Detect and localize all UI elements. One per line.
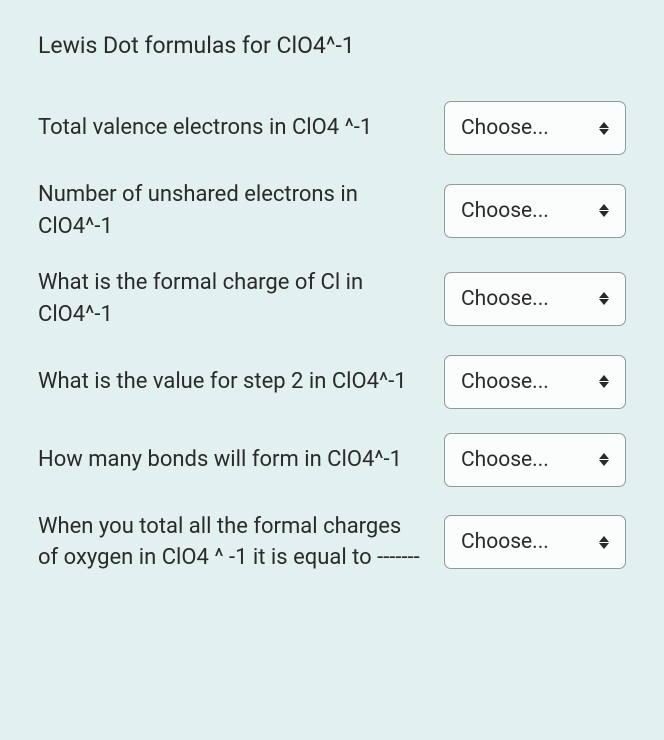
question-label: What is the formal charge of Cl in ClO4^… — [38, 267, 426, 331]
question-label: When you total all the formal charges of… — [38, 511, 426, 575]
question-row: Total valence electrons in ClO4 ^-1 Choo… — [38, 101, 626, 155]
sort-icon — [599, 453, 609, 466]
dropdown-placeholder: Choose... — [461, 448, 549, 472]
question-label: How many bonds will form in ClO4^-1 — [38, 444, 426, 476]
answer-dropdown[interactable]: Choose... — [444, 433, 626, 487]
sort-icon — [599, 292, 609, 305]
dropdown-placeholder: Choose... — [461, 530, 549, 554]
dropdown-placeholder: Choose... — [461, 370, 549, 394]
question-label: What is the value for step 2 in ClO4^-1 — [38, 366, 426, 398]
sort-icon — [599, 204, 609, 217]
answer-dropdown[interactable]: Choose... — [444, 272, 626, 326]
question-row: What is the value for step 2 in ClO4^-1 … — [38, 355, 626, 409]
dropdown-placeholder: Choose... — [461, 287, 549, 311]
answer-dropdown[interactable]: Choose... — [444, 515, 626, 569]
dropdown-placeholder: Choose... — [461, 116, 549, 140]
question-row: How many bonds will form in ClO4^-1 Choo… — [38, 433, 626, 487]
question-row: Number of unshared electrons in ClO4^-1 … — [38, 179, 626, 243]
dropdown-placeholder: Choose... — [461, 199, 549, 223]
sort-icon — [599, 375, 609, 388]
question-label: Total valence electrons in ClO4 ^-1 — [38, 112, 426, 144]
answer-dropdown[interactable]: Choose... — [444, 101, 626, 155]
question-row: What is the formal charge of Cl in ClO4^… — [38, 267, 626, 331]
question-label: Number of unshared electrons in ClO4^-1 — [38, 179, 426, 243]
question-row: When you total all the formal charges of… — [38, 511, 626, 575]
sort-icon — [599, 122, 609, 135]
answer-dropdown[interactable]: Choose... — [444, 355, 626, 409]
questions-list: Total valence electrons in ClO4 ^-1 Choo… — [38, 101, 626, 574]
page-title: Lewis Dot formulas for ClO4^-1 — [38, 32, 626, 59]
sort-icon — [599, 536, 609, 549]
answer-dropdown[interactable]: Choose... — [444, 184, 626, 238]
